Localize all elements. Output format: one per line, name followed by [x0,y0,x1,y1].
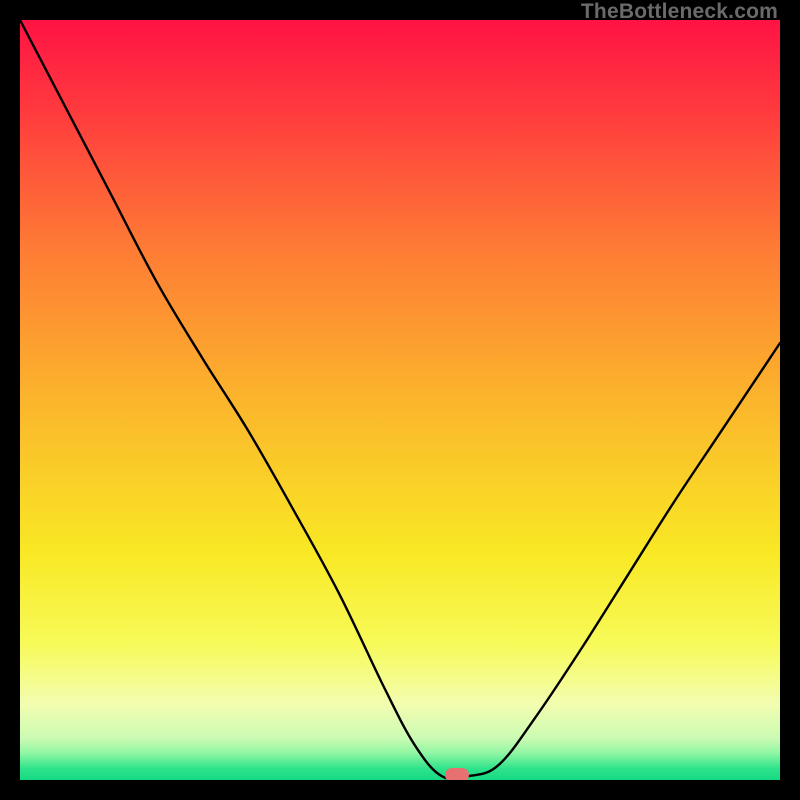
chart-frame: TheBottleneck.com [0,0,800,800]
bottleneck-chart-svg [20,20,780,780]
plot-area [20,20,780,780]
gradient-background [20,20,780,780]
optimal-point-marker [445,768,469,780]
watermark-text: TheBottleneck.com [581,0,778,24]
